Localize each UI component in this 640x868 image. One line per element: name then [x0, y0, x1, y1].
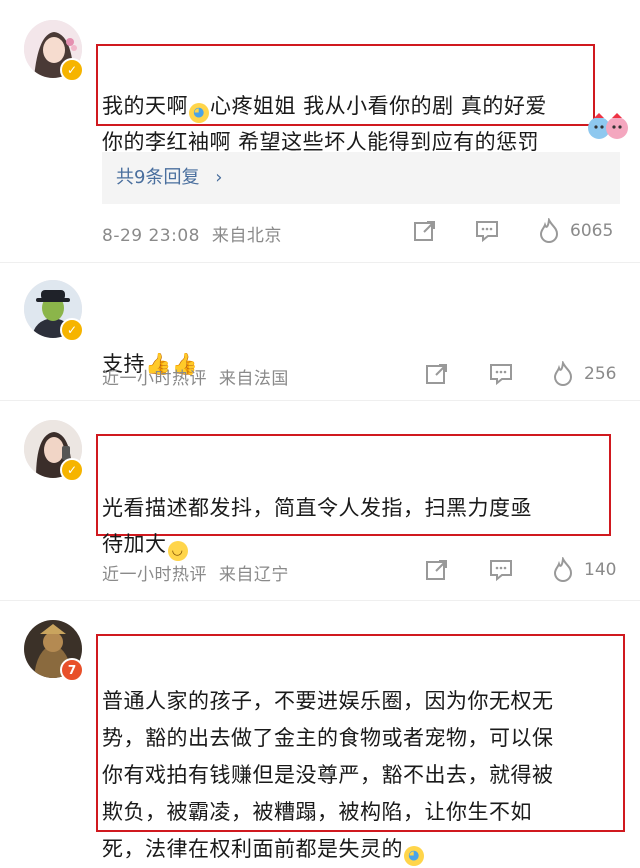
- location: 来自法国: [218, 369, 289, 389]
- comment-text: 普通人家的孩子，不要进娱乐圈，因为你无权无 势，豁的出去做了金主的食物或者宠物，…: [102, 646, 554, 868]
- comment-meta: 8-29 23:08 来自北京: [102, 221, 282, 246]
- location: 来自辽宁: [218, 565, 289, 585]
- comment-icon: [490, 560, 512, 582]
- verified-badge-icon: ✓: [60, 458, 84, 482]
- share-button[interactable]: [424, 557, 450, 583]
- sticker-icon: [586, 110, 630, 149]
- comment-icon: [476, 221, 498, 243]
- smile-emoji-icon: ◡: [167, 541, 188, 561]
- share-icon: [414, 221, 435, 241]
- location: 来自北京: [211, 226, 282, 246]
- like-button[interactable]: 6065: [536, 218, 613, 244]
- comment-icon: [490, 364, 512, 386]
- chevron-right-icon: ›: [215, 167, 223, 188]
- comment-3: ✓ 光看描述都发抖，简直令人发指，扫黑力度亟 待加大 ◡ 近一小时热评 来自辽宁 …: [0, 400, 640, 600]
- like-count: 140: [584, 560, 617, 580]
- comment-4: 7 普通人家的孩子，不要进娱乐圈，因为你无权无 势，豁的出去做了金主的食物或者宠…: [0, 600, 640, 866]
- comment-button[interactable]: [488, 361, 514, 387]
- share-button[interactable]: [412, 218, 438, 244]
- timestamp: 近一小时热评: [102, 369, 207, 389]
- crying-emoji-icon: ◕: [189, 103, 209, 123]
- verified-badge-icon: ✓: [60, 58, 84, 82]
- like-button[interactable]: 140: [550, 557, 616, 583]
- timestamp: 近一小时热评: [102, 565, 207, 585]
- comment-1: ✓ 我的天啊 ◕ 心疼姐姐 我从小看你的剧 真的好爱 你的李红袖啊 希望这些坏人能得…: [0, 0, 640, 255]
- comment-2: ✓ 支持👍👍 近一小时热评 来自法国 256: [0, 262, 640, 397]
- comment-text: 光看描述都发抖，简直令人发指，扫黑力度亟 待加大 ◡: [102, 454, 532, 562]
- flame-like-icon: [553, 361, 573, 386]
- reply-thread-link[interactable]: 共9条回复 ›: [102, 152, 620, 204]
- share-icon: [426, 364, 447, 384]
- like-count: 6065: [570, 221, 614, 241]
- crying-emoji-icon: ◕: [404, 846, 424, 866]
- comment-meta: 近一小时热评 来自法国: [102, 364, 289, 389]
- share-button[interactable]: [424, 361, 450, 387]
- like-button[interactable]: 256: [550, 361, 616, 387]
- flame-like-icon: [539, 218, 559, 243]
- comment-meta: 近一小时热评 来自辽宁: [102, 560, 289, 585]
- like-count: 256: [584, 364, 617, 384]
- comment-button[interactable]: [488, 557, 514, 583]
- timestamp: 8-29 23:08: [102, 226, 200, 246]
- verified-badge-icon: ✓: [60, 318, 84, 342]
- level-badge-icon: 7: [60, 658, 84, 682]
- comment-text: 我的天啊 ◕ 心疼姐姐 我从小看你的剧 真的好爱 你的李红袖啊 希望这些坏人能得到应…: [102, 94, 547, 154]
- comment-button[interactable]: [474, 218, 500, 244]
- share-icon: [426, 560, 447, 580]
- flame-like-icon: [553, 557, 573, 582]
